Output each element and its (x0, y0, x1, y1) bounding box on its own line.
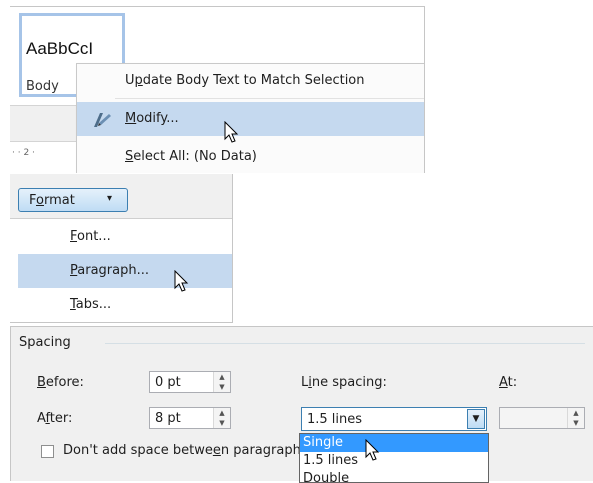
menu-separator (115, 98, 424, 99)
format-button[interactable]: Format ▾ (18, 188, 128, 212)
spinner-buttons[interactable]: ▲ ▼ (567, 408, 584, 428)
spacing-section-title: Spacing (19, 335, 71, 350)
format-button-label: Format (29, 193, 75, 208)
dont-add-space-label: Don't add space between paragraphs (63, 443, 308, 458)
after-spinner[interactable]: 8 pt ▲ ▼ (149, 407, 231, 429)
line-spacing-dropdown-list: Single 1.5 lines Double (299, 433, 489, 483)
chevron-down-icon: ▾ (107, 193, 113, 204)
dont-add-space-checkbox[interactable] (41, 445, 54, 458)
menu-item-label: Update Body Text to Match Selection (125, 73, 365, 88)
styles-panel: AaBbCcI Body · · 2 · Update Body Text to… (10, 6, 425, 173)
spin-down-icon[interactable]: ▼ (214, 418, 230, 428)
menu-item-label: Select All: (No Data) (125, 149, 257, 164)
spin-down-icon[interactable]: ▼ (568, 418, 584, 428)
ruler: · · 2 · (10, 141, 80, 164)
at-spinner[interactable]: ▲ ▼ (499, 407, 585, 429)
menu-item-label: Paragraph... (70, 263, 149, 278)
menu-item-label: Modify... (125, 111, 179, 126)
before-spinner[interactable]: 0 pt ▲ ▼ (149, 371, 231, 393)
style-name-label: Body (26, 79, 59, 94)
modify-style-icon (94, 113, 111, 127)
at-label: At: (499, 375, 518, 390)
before-label: Before: (37, 375, 84, 390)
menu-item-label: Tabs... (70, 297, 112, 312)
line-spacing-option[interactable]: Double (300, 470, 488, 482)
menu-item-paragraph[interactable]: Paragraph... (18, 254, 232, 288)
paragraph-dialog-spacing: Spacing Before: 0 pt ▲ ▼ Line spacing: At… (10, 326, 593, 483)
spin-up-icon[interactable]: ▲ (214, 372, 230, 382)
section-divider (105, 343, 585, 344)
after-label: After: (37, 411, 73, 426)
menu-item-select-all[interactable]: Select All: (No Data) (77, 140, 424, 173)
format-panel: Format ▾ Font... Paragraph... Tabs... (10, 174, 233, 323)
menu-item-label: Font... (70, 229, 111, 244)
menu-item-modify[interactable]: Modify... (77, 102, 424, 136)
ruler-mark: · · 2 · (12, 148, 35, 158)
line-spacing-value: 1.5 lines (307, 412, 363, 427)
line-spacing-select[interactable]: 1.5 lines ▼ (301, 407, 487, 431)
spinner-buttons[interactable]: ▲ ▼ (213, 372, 230, 392)
spin-up-icon[interactable]: ▲ (568, 408, 584, 418)
menu-item-update-style[interactable]: Update Body Text to Match Selection (77, 64, 424, 98)
mouse-cursor-icon (174, 270, 189, 292)
after-value: 8 pt (155, 411, 181, 426)
mouse-cursor-icon (365, 439, 380, 461)
style-sample-text: AaBbCcI (26, 39, 94, 58)
spin-down-icon[interactable]: ▼ (214, 382, 230, 392)
before-value: 0 pt (155, 375, 181, 390)
chevron-down-icon[interactable]: ▼ (467, 409, 485, 429)
spin-up-icon[interactable]: ▲ (214, 408, 230, 418)
menu-item-font[interactable]: Font... (18, 220, 232, 254)
style-context-menu: Update Body Text to Match Selection Modi… (76, 63, 424, 173)
line-spacing-label: Line spacing: (301, 375, 387, 390)
mouse-cursor-icon (224, 121, 239, 143)
menu-item-tabs[interactable]: Tabs... (18, 288, 232, 322)
ribbon-strip (10, 105, 80, 142)
spinner-buttons[interactable]: ▲ ▼ (213, 408, 230, 428)
line-spacing-option[interactable]: 1.5 lines (300, 452, 488, 470)
line-spacing-option[interactable]: Single (300, 434, 488, 452)
